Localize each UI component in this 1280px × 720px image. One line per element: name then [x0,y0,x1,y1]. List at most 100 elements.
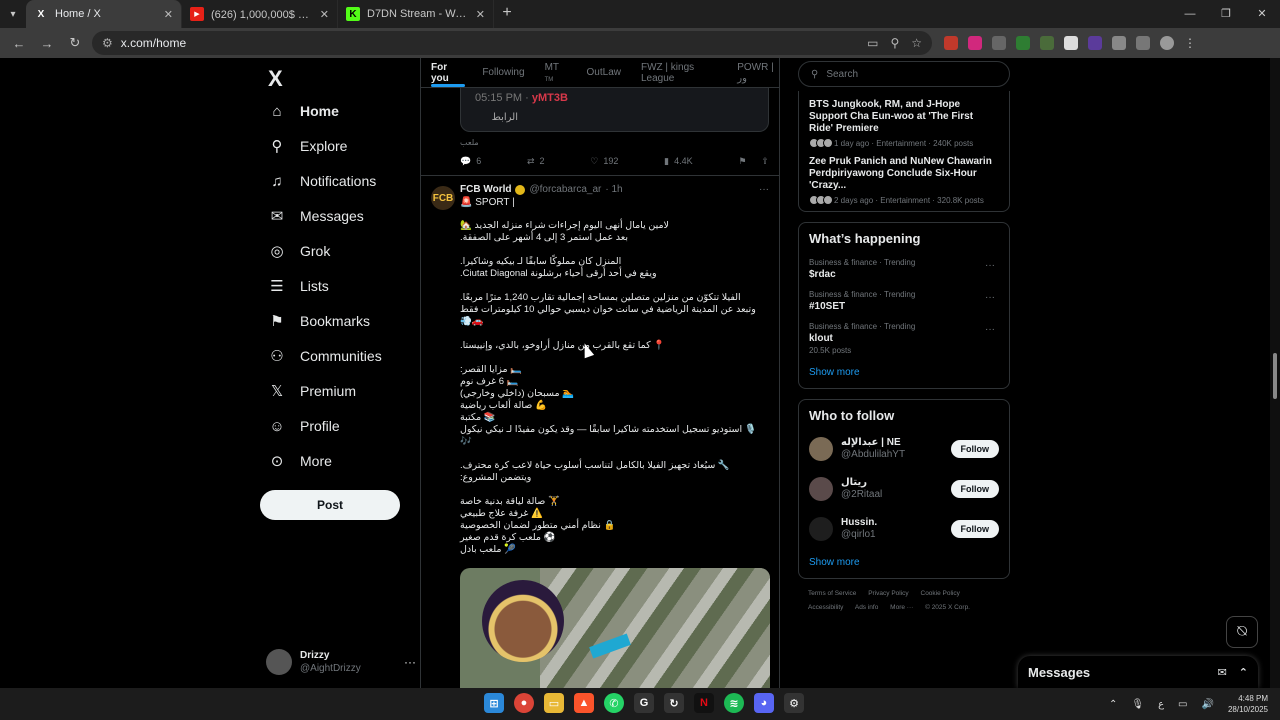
nav-more[interactable]: ⊙ More [268,450,332,472]
views-button[interactable]: ▮ 4.4K [664,156,692,167]
previous-tweet-card[interactable]: 05:15 PM · yMT3B الرابط [460,88,769,132]
forward-icon[interactable]: → [36,36,58,51]
trend-item[interactable]: Business & finance · Trending klout 20.5… [809,316,999,359]
more-dots-icon[interactable]: ··· [759,184,769,195]
windows-start-icon[interactable]: ⊞ [484,693,504,713]
post-button[interactable]: Post [260,490,400,520]
extension-red-icon[interactable] [944,36,958,50]
like-button[interactable]: ♡ 192 [590,156,618,167]
chrome-menu-icon[interactable]: ⋮ [1184,36,1196,50]
show-more-link[interactable]: Show more [809,359,999,388]
account-switcher[interactable]: Drizzy @AightDrizzy ··· [266,646,416,678]
new-message-icon[interactable]: ✉ [1218,666,1227,679]
follow-button[interactable]: Follow [950,480,999,498]
nav-notifications[interactable]: ♫ Notifications [268,170,376,192]
browser-tab-x[interactable]: X Home / X ✕ [26,0,182,28]
tweet-author-handle[interactable]: @forcabarca_ar [529,184,601,195]
extension-pink-icon[interactable] [968,36,982,50]
share-icon[interactable]: ⇪ [761,156,769,167]
x-logo-icon[interactable]: X [268,66,283,92]
close-tab-icon[interactable]: ✕ [320,8,329,21]
browser-tab-youtube[interactable]: ▶ حولت $1 الى $1,000,000 (626) ✕ [182,0,338,28]
follow-button[interactable]: Follow [950,520,999,538]
news-item[interactable]: BTS Jungkook, RM, and J-Hope Support Cha… [809,91,999,148]
repost-button[interactable]: ⇄ 2 [527,156,545,167]
close-tab-icon[interactable]: ✕ [164,8,173,21]
back-icon[interactable]: ← [8,36,30,51]
follow-suggestion[interactable]: ريتال @2Ritaal Follow [809,469,999,509]
profile-avatar-icon[interactable] [1160,36,1174,50]
nav-communities[interactable]: ⚇ Communities [268,345,381,367]
search-input[interactable]: ⚲ Search [798,61,1010,87]
nav-bookmarks[interactable]: ⚑ Bookmarks [268,310,370,332]
tab-mt[interactable]: MT TM [545,62,567,84]
zoom-icon[interactable]: ⚲ [890,36,899,50]
grok-button[interactable]: ⍉ [1226,616,1258,648]
address-bar[interactable]: ⚙ x.com/home ▭ ⚲ ☆ [92,31,932,55]
tweet-image[interactable] [460,568,770,688]
bookmark-icon[interactable]: ⚑ [738,156,746,167]
follow-suggestion[interactable]: عبدالإله | NE @AbdulilahYT Follow [809,429,999,469]
avatar[interactable] [809,437,833,461]
netflix-icon[interactable]: N [694,693,714,713]
chrome-icon[interactable]: ● [514,693,534,713]
nav-messages[interactable]: ✉ Messages [268,205,364,227]
settings-icon[interactable]: ⚙ [784,693,804,713]
extension-d-icon[interactable] [1016,36,1030,50]
media-controls-icon[interactable] [1136,36,1150,50]
footer-link[interactable]: Terms of Service [808,590,856,597]
tray-chevron-icon[interactable]: ⌃ [1109,699,1117,710]
reload-icon[interactable]: ↻ [64,35,86,51]
clock[interactable]: 4:48 PM 28/10/2025 [1228,693,1268,715]
trend-item[interactable]: Business & finance · Trending $rdac ··· [809,252,999,284]
expand-icon[interactable]: ⌃ [1239,666,1248,679]
more-dots-icon[interactable]: ··· [985,324,995,335]
follow-suggestion[interactable]: Hussin. @qirlo1 Follow [809,509,999,549]
tweet-author-name[interactable]: FCB World [460,184,511,195]
tab-for-you[interactable]: For you [431,62,462,84]
language-indicator[interactable]: ع [1158,699,1164,710]
nav-premium[interactable]: 𝕏 Premium [268,380,356,402]
avatar[interactable]: FCB [431,186,455,210]
tab-outlaw[interactable]: OutLaw [587,67,621,78]
extension-shield-icon[interactable] [1040,36,1054,50]
footer-link[interactable]: More ··· [890,604,913,611]
avatar[interactable] [809,477,833,501]
news-item[interactable]: Zee Pruk Panich and NuNew Chawarin Perdp… [809,148,999,205]
more-dots-icon[interactable]: ··· [985,260,995,271]
close-window-icon[interactable]: ✕ [1244,0,1280,28]
nav-profile[interactable]: ☺ Profile [268,415,339,437]
volume-icon[interactable]: 🔊 [1202,699,1214,710]
footer-link[interactable]: Cookie Policy [921,590,960,597]
extensions-puzzle-icon[interactable] [1112,36,1126,50]
browser-tab-kick[interactable]: K D7DN Stream - Watch Live on K ✕ [338,0,494,28]
footer-link[interactable]: Ads info [855,604,879,611]
more-dots-icon[interactable]: ··· [985,292,995,303]
trend-item[interactable]: Business & finance · Trending #10SET ··· [809,284,999,316]
app-icon[interactable]: G [634,693,654,713]
extension-diamond-icon[interactable] [1064,36,1078,50]
maximize-icon[interactable]: ❐ [1208,0,1244,28]
nav-grok[interactable]: ◎ Grok [268,240,330,262]
footer-link[interactable]: Privacy Policy [868,590,908,597]
tab-following[interactable]: Following [482,67,524,78]
page-scrollbar[interactable] [1270,58,1280,688]
footer-link[interactable]: Accessibility [808,604,843,611]
minimize-icon[interactable]: — [1172,0,1208,28]
scrollbar-thumb[interactable] [1273,353,1277,399]
nav-home[interactable]: ⌂ Home [268,100,338,122]
messages-drawer[interactable]: Messages ✉ ⌃ [1018,656,1258,688]
file-explorer-icon[interactable]: ▭ [544,693,564,713]
mic-icon[interactable]: 🎙 [1131,699,1144,710]
whatsapp-icon[interactable]: ✆ [604,693,624,713]
reply-button[interactable]: 💬 6 [460,156,481,167]
site-info-icon[interactable]: ⚙ [102,36,113,50]
tweet-time[interactable]: · 1h [605,184,622,195]
brave-icon[interactable]: ▲ [574,693,594,713]
tab-powr[interactable]: POWR | ور [737,62,779,84]
extension-grid-icon[interactable] [992,36,1006,50]
tab-search-icon[interactable]: ▾ [0,0,26,28]
nav-lists[interactable]: ☰ Lists [268,275,329,297]
sync-icon[interactable]: ↻ [664,693,684,713]
show-more-link[interactable]: Show more [809,549,999,578]
